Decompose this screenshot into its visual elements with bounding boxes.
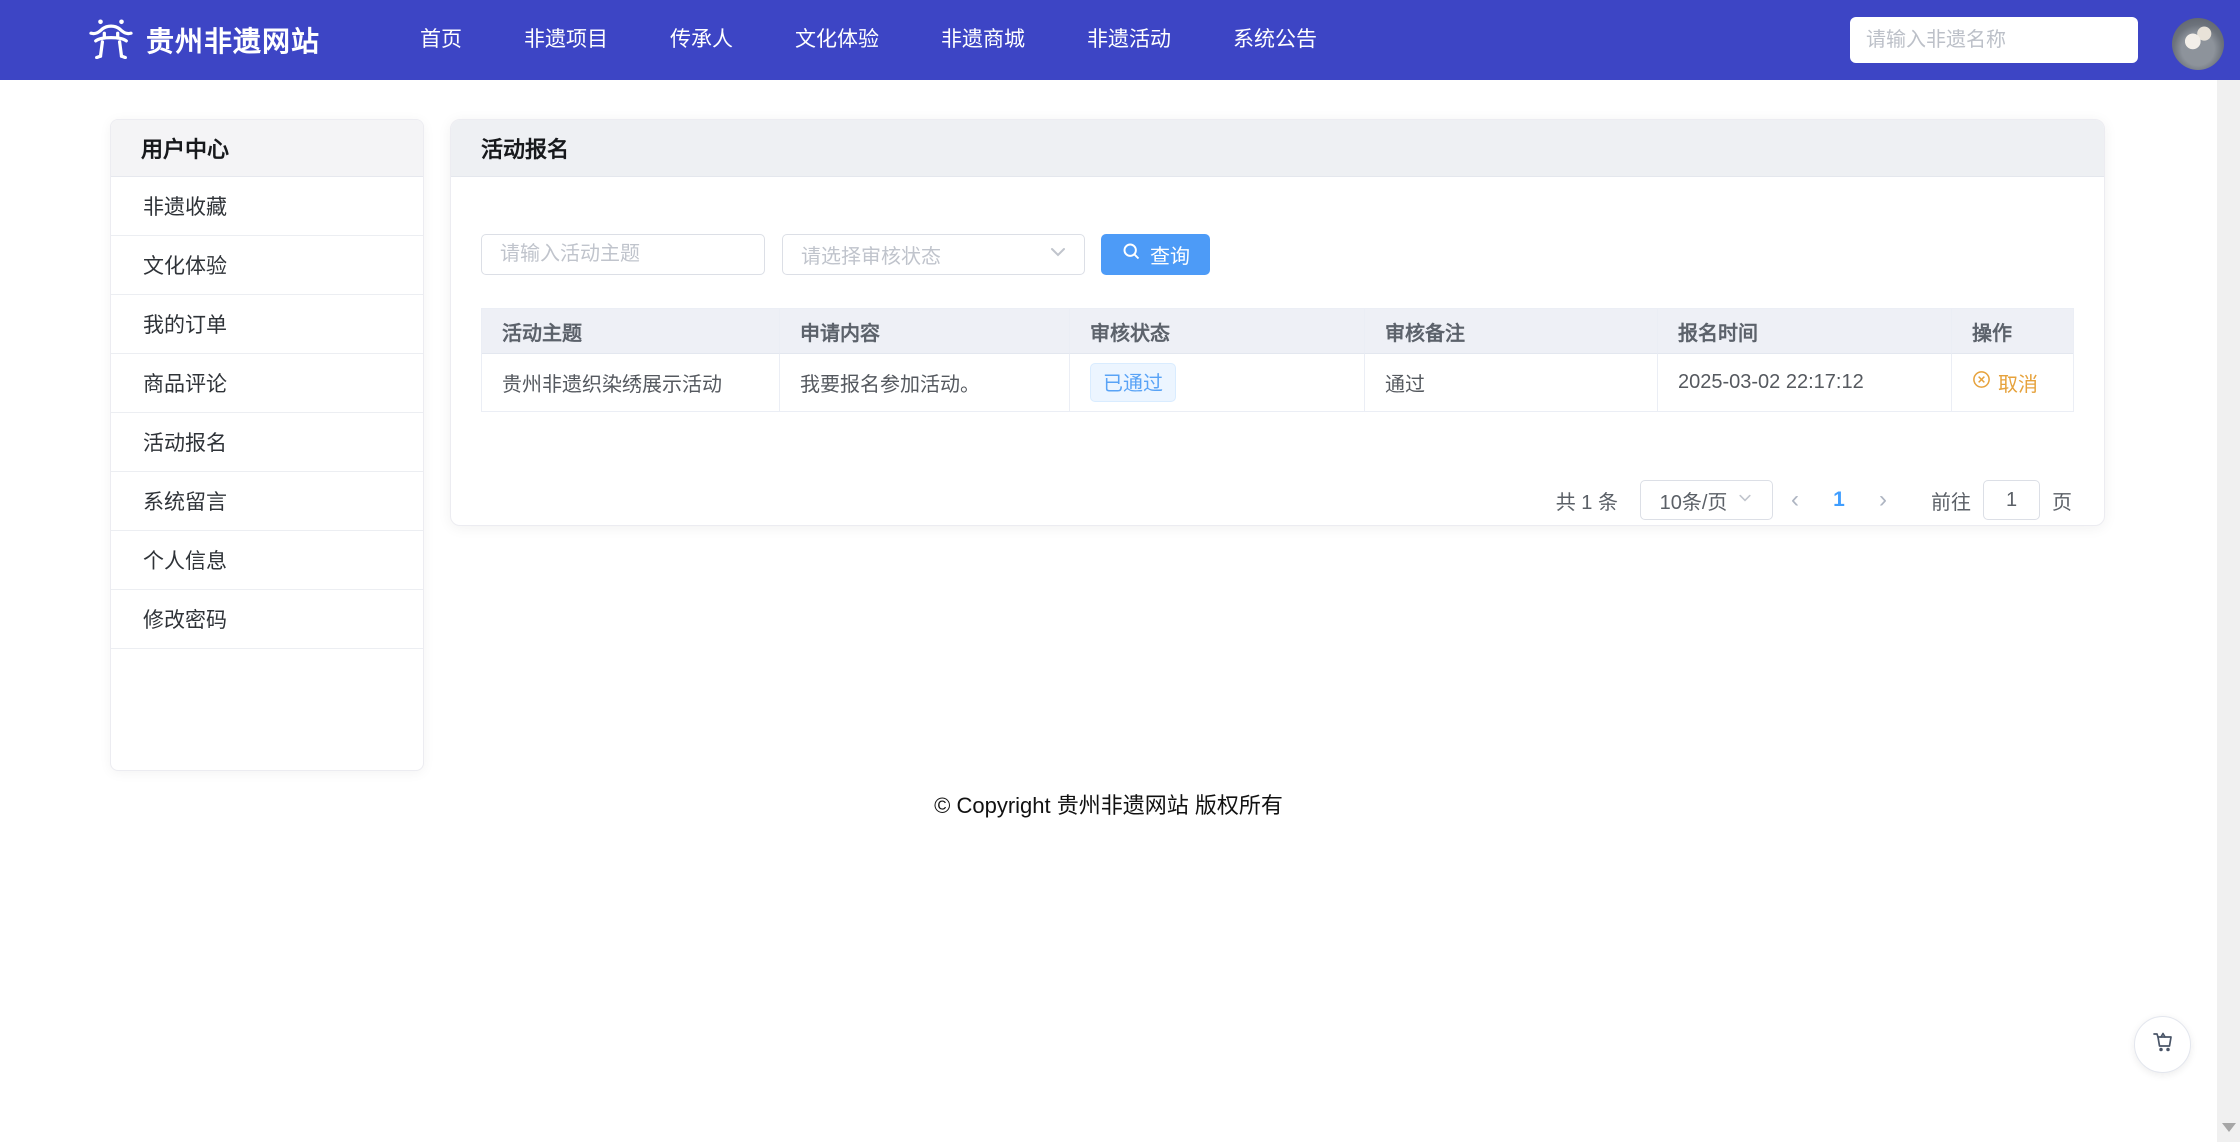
goto-unit: 页 [2052,491,2072,514]
cart-icon [2150,1029,2176,1060]
goto-page: 前往 页 [1931,480,2072,520]
audit-status-select[interactable]: 请选择审核状态 [782,234,1085,275]
page-number-1[interactable]: 1 [1817,488,1861,512]
cell-time: 2025-03-02 22:17:12 [1658,354,1952,412]
nav-item-heritage-activities[interactable]: 非遗活动 [1087,0,1171,80]
cart-fab-button[interactable] [2134,1016,2191,1073]
cancel-registration-button[interactable]: 取消 [1972,368,2038,397]
cell-remark: 通过 [1365,354,1658,412]
nav-item-culture-experience[interactable]: 文化体验 [795,0,879,80]
nav-item-system-notices[interactable]: 系统公告 [1233,0,1317,80]
site-search-input[interactable] [1850,17,2138,63]
table-header-row: 活动主题 申请内容 审核状态 审核备注 报名时间 操作 [482,309,2073,354]
panel-body: 请选择审核状态 查询 活动主题 申请内容 审核 [451,177,2104,525]
cell-action: 取消 [1952,354,2073,412]
scrollbar-track[interactable] [2217,80,2240,1142]
column-header-topic: 活动主题 [482,309,780,354]
scroll-down-arrow-icon[interactable] [2222,1123,2236,1132]
sidebar-item-heritage-favorites[interactable]: 非遗收藏 [111,177,423,236]
goto-label: 前往 [1931,491,1971,514]
copyright-text: © Copyright 贵州非遗网站 版权所有 [934,793,1283,818]
user-avatar[interactable] [2172,18,2224,70]
pagination: 共 1 条 10条/页 ‹ 1 › 前往 页 [1556,480,2072,520]
cell-content: 我要报名参加活动。 [780,354,1070,412]
activity-topic-input[interactable] [481,234,765,275]
nav-item-inheritors[interactable]: 传承人 [670,0,733,80]
goto-page-input[interactable] [1983,480,2040,520]
pavilion-logo-icon [88,17,134,64]
panel-title: 活动报名 [451,120,2104,177]
column-header-remark: 审核备注 [1365,309,1658,354]
column-header-content: 申请内容 [780,309,1070,354]
sidebar-item-system-messages[interactable]: 系统留言 [111,472,423,531]
pagination-total: 共 1 条 [1555,491,1618,514]
chevron-down-icon [1737,489,1753,512]
cancel-label: 取消 [1998,374,2038,396]
circle-close-icon [1972,370,1991,395]
filter-bar: 请选择审核状态 查询 [481,234,2074,275]
page-size-value: 10条/页 [1659,491,1728,514]
prev-page-button[interactable]: ‹ [1773,486,1817,514]
table-row: 贵州非遗织染绣展示活动 我要报名参加活动。 已通过 通过 2025-03-02 … [482,354,2073,412]
nav-item-heritage-projects[interactable]: 非遗项目 [524,0,608,80]
next-page-button[interactable]: › [1861,486,1905,514]
page-size-select[interactable]: 10条/页 [1640,480,1773,520]
sidebar-item-change-password[interactable]: 修改密码 [111,590,423,649]
site-search [1850,17,2138,63]
column-header-time: 报名时间 [1658,309,1952,354]
navbar: 贵州非遗网站 首页 非遗项目 传承人 文化体验 非遗商城 非遗活动 系统公告 [0,0,2240,80]
sidebar-item-product-comments[interactable]: 商品评论 [111,354,423,413]
sidebar-item-personal-info[interactable]: 个人信息 [111,531,423,590]
sidebar-item-my-orders[interactable]: 我的订单 [111,295,423,354]
search-icon [1121,241,1142,268]
nav-menu: 首页 非遗项目 传承人 文化体验 非遗商城 非遗活动 系统公告 [420,0,1317,80]
status-badge: 已通过 [1090,363,1176,402]
registration-table: 活动主题 申请内容 审核状态 审核备注 报名时间 操作 贵州非遗织染绣展示活动 … [481,308,2074,412]
nav-item-home[interactable]: 首页 [420,0,462,80]
column-header-status: 审核状态 [1070,309,1365,354]
cell-status: 已通过 [1070,354,1365,412]
query-button[interactable]: 查询 [1101,234,1210,275]
site-title: 贵州非遗网站 [146,26,321,57]
column-header-action: 操作 [1952,309,2073,354]
sidebar-item-activity-registration[interactable]: 活动报名 [111,413,423,472]
activity-registration-panel: 活动报名 请选择审核状态 查询 [450,119,2105,526]
sidebar-title: 用户中心 [111,120,423,177]
cell-topic: 贵州非遗织染绣展示活动 [482,354,780,412]
user-center-sidebar: 用户中心 非遗收藏 文化体验 我的订单 商品评论 活动报名 系统留言 个人信息 … [110,119,424,771]
chevron-down-icon [1048,242,1068,267]
audit-status-placeholder: 请选择审核状态 [801,246,941,268]
brand[interactable]: 贵州非遗网站 [88,17,320,64]
nav-item-heritage-mall[interactable]: 非遗商城 [941,0,1025,80]
sidebar-item-culture-experience[interactable]: 文化体验 [111,236,423,295]
query-button-label: 查询 [1150,246,1190,268]
